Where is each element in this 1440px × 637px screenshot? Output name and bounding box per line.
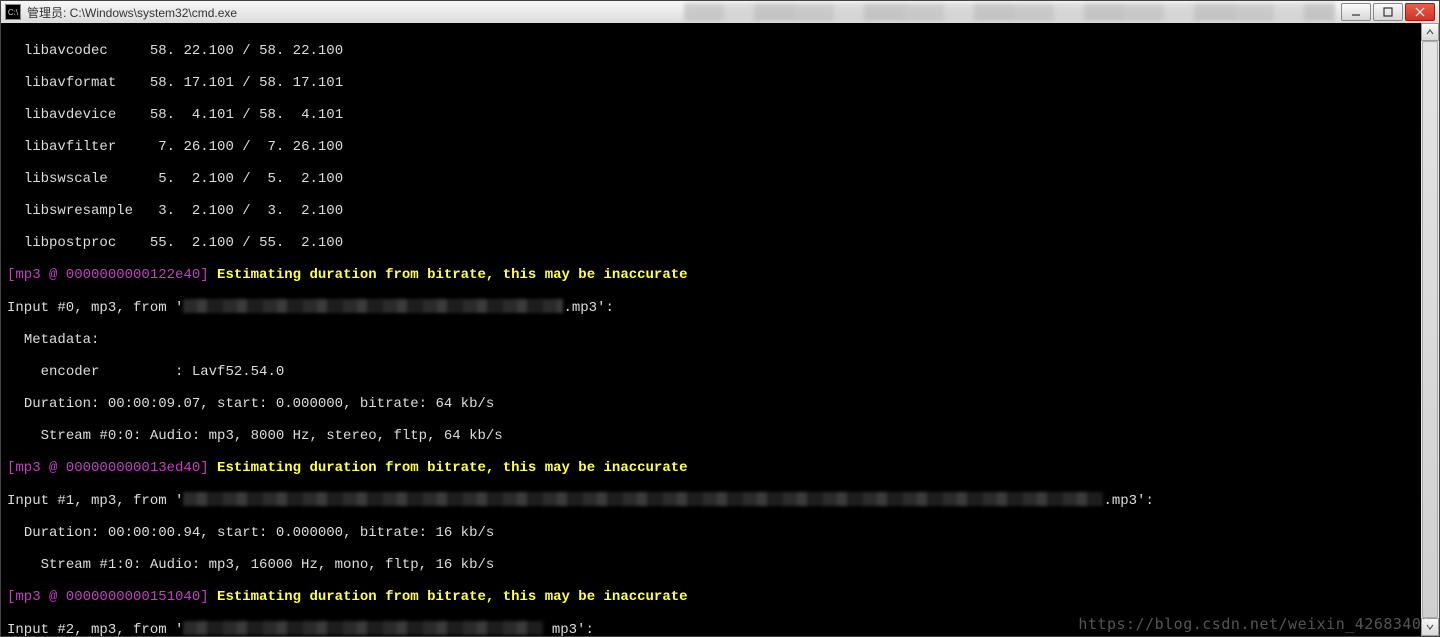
- scroll-down-button[interactable]: [1421, 618, 1439, 636]
- scroll-thumb[interactable]: [1422, 41, 1438, 618]
- lib-line: libpostproc 55. 2.100 / 55. 2.100: [7, 235, 1439, 251]
- lib-line: libavdevice 58. 4.101 / 58. 4.101: [7, 107, 1439, 123]
- warn-line: [mp3 @ 000000000013ed40] Estimating dura…: [7, 460, 1439, 476]
- stream-line: Stream #0:0: Audio: mp3, 8000 Hz, stereo…: [7, 428, 1439, 444]
- cmd-window: C:\ 管理员: C:\Windows\system32\cmd.exe lib…: [0, 0, 1440, 637]
- input-header: Input #0, mp3, from '.mp3':: [7, 299, 1439, 316]
- scroll-up-button[interactable]: [1421, 23, 1439, 41]
- lib-line: libavfilter 7. 26.100 / 7. 26.100: [7, 139, 1439, 155]
- titlebar[interactable]: C:\ 管理员: C:\Windows\system32\cmd.exe: [1, 1, 1439, 23]
- warn-line: [mp3 @ 0000000000122e40] Estimating dura…: [7, 267, 1439, 283]
- duration-line: Duration: 00:00:00.94, start: 0.000000, …: [7, 525, 1439, 541]
- encoder-line: encoder : Lavf52.54.0: [7, 364, 1439, 380]
- cmd-icon: C:\: [5, 4, 21, 20]
- stream-line: Stream #1:0: Audio: mp3, 16000 Hz, mono,…: [7, 557, 1439, 573]
- minimize-button[interactable]: [1341, 3, 1371, 21]
- close-button[interactable]: [1405, 3, 1435, 21]
- lib-line: libavformat 58. 17.101 / 58. 17.101: [7, 75, 1439, 91]
- metadata-label: Metadata:: [7, 332, 1439, 348]
- lib-line: libavcodec 58. 22.100 / 58. 22.100: [7, 43, 1439, 59]
- warn-line: [mp3 @ 0000000000151040] Estimating dura…: [7, 589, 1439, 605]
- lib-line: libswresample 3. 2.100 / 3. 2.100: [7, 203, 1439, 219]
- duration-line: Duration: 00:00:09.07, start: 0.000000, …: [7, 396, 1439, 412]
- window-buttons: [1341, 3, 1435, 21]
- input-header: Input #1, mp3, from '.mp3':: [7, 492, 1439, 509]
- console-output[interactable]: libavcodec 58. 22.100 / 58. 22.100 libav…: [1, 23, 1439, 636]
- background-tabs: [684, 3, 1335, 21]
- redacted-path: [183, 299, 563, 313]
- redacted-path: [183, 492, 1103, 506]
- input-header: Input #2, mp3, from ' mp3':: [7, 621, 1439, 636]
- vertical-scrollbar[interactable]: [1421, 23, 1439, 636]
- lib-line: libswscale 5. 2.100 / 5. 2.100: [7, 171, 1439, 187]
- scroll-track[interactable]: [1421, 41, 1439, 618]
- redacted-path: [183, 621, 543, 635]
- maximize-button[interactable]: [1373, 3, 1403, 21]
- window-title: 管理员: C:\Windows\system32\cmd.exe: [27, 4, 678, 21]
